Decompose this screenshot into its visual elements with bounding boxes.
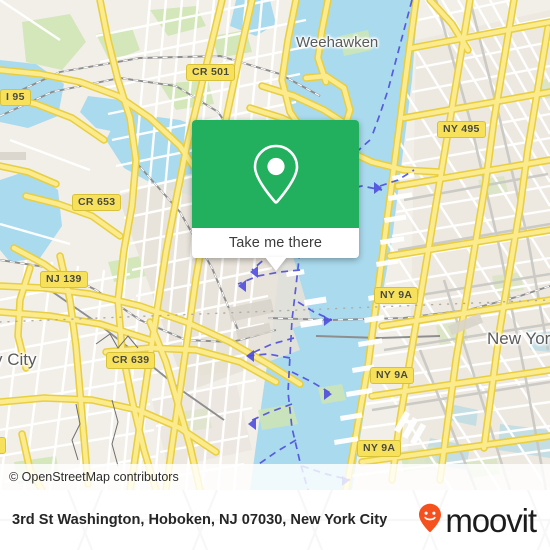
location-pin-icon xyxy=(249,141,303,207)
map-canvas[interactable]: CR 501 I 95 NY 495 CR 653 NJ 139 NY 9A C… xyxy=(0,0,550,490)
road-shield-nj-139: NJ 139 xyxy=(40,271,88,288)
map-attribution-bar: © OpenStreetMap contributors xyxy=(0,464,550,490)
road-shield-cr-501: CR 501 xyxy=(186,64,236,81)
footer-content: 3rd St Washington, Hoboken, NJ 07030, Ne… xyxy=(0,490,550,550)
popup-footer[interactable]: Take me there xyxy=(192,228,359,271)
road-shield-i-95: I 95 xyxy=(0,89,31,106)
road-shield-ny-9a-1: NY 9A xyxy=(374,287,419,304)
moovit-map-screen: CR 501 I 95 NY 495 CR 653 NJ 139 NY 9A C… xyxy=(0,0,550,550)
moovit-wordmark: moovit xyxy=(445,501,537,539)
take-me-there-label: Take me there xyxy=(228,235,323,251)
footer-bar: 3rd St Washington, Hoboken, NJ 07030, Ne… xyxy=(0,490,550,550)
road-shield-ny-9a-3: NY 9A xyxy=(357,440,402,457)
place-label-weehawken: Weehawken xyxy=(296,34,379,51)
moovit-smiley-pin-icon xyxy=(418,503,442,538)
place-label-jersey-city: y City xyxy=(0,350,37,369)
popup-tail-pointer xyxy=(264,257,287,271)
openstreetmap-attribution[interactable]: © OpenStreetMap contributors xyxy=(0,470,179,484)
road-shield-ny-9a-2: NY 9A xyxy=(370,367,415,384)
take-me-there-popup[interactable]: Take me there xyxy=(192,120,359,271)
road-shield-cr-653: CR 653 xyxy=(72,194,122,211)
address-label: 3rd St Washington, Hoboken, NJ 07030, Ne… xyxy=(12,511,388,528)
road-shield-ny-495: NY 495 xyxy=(437,121,486,138)
place-label-new-york: New Yor xyxy=(487,329,550,348)
popup-body xyxy=(192,120,359,228)
road-shield-route-1: 1 xyxy=(0,437,7,454)
moovit-brand-logo[interactable]: moovit xyxy=(418,503,538,538)
road-shield-cr-639: CR 639 xyxy=(106,352,156,369)
